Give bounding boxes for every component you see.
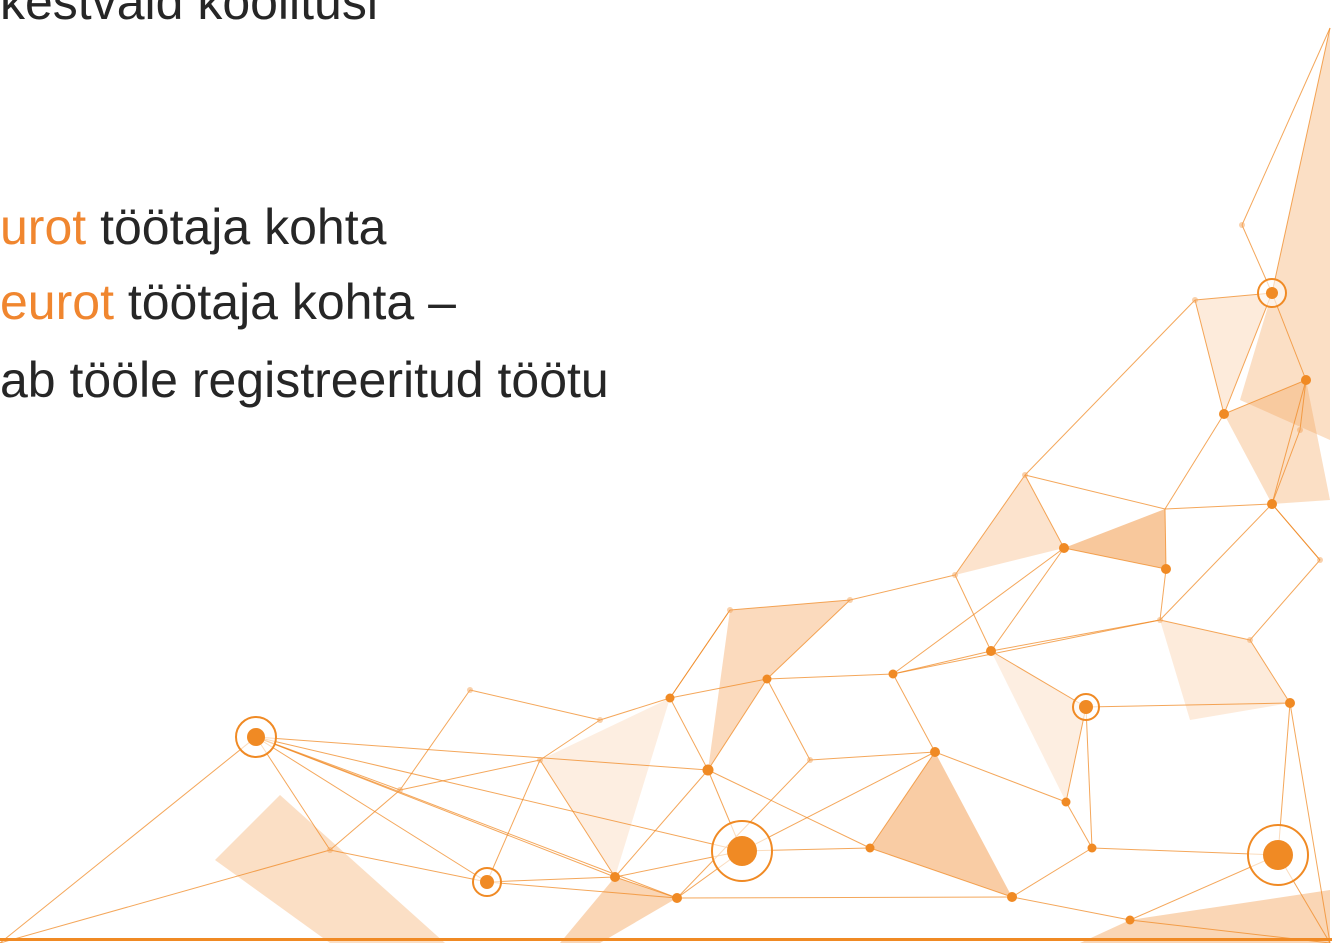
network-line	[990, 547, 1065, 652]
network-line	[329, 789, 401, 851]
network-node	[665, 693, 675, 703]
network-line	[1159, 568, 1167, 621]
network-node	[1007, 892, 1017, 902]
line-4-text: ab tööle registreeritud töötu	[0, 352, 609, 408]
network-line	[954, 574, 992, 652]
network-line	[1085, 706, 1093, 849]
network-line	[809, 751, 936, 761]
network-node-hub	[727, 836, 757, 866]
network-line	[1159, 503, 1273, 621]
network-node-faint	[597, 717, 603, 723]
network-line	[486, 759, 541, 883]
network-decoration	[0, 27, 1331, 943]
network-node	[1059, 543, 1069, 553]
text-line-1: kestvaid koolitusi	[0, 0, 378, 32]
network-node	[672, 893, 682, 903]
network-polygon	[991, 651, 1086, 802]
network-node	[762, 674, 772, 684]
bottom-rule	[0, 938, 1332, 941]
network-line	[892, 673, 936, 753]
network-node-faint	[1297, 427, 1303, 433]
network-node-faint	[847, 597, 853, 603]
network-node-faint	[727, 607, 733, 613]
text-line-3: eurot töötaja kohta –	[0, 272, 456, 332]
network-node-faint	[537, 757, 543, 763]
network-line	[1011, 896, 1131, 921]
network-line	[399, 689, 471, 791]
network-node-faint	[1247, 637, 1253, 643]
network-node-faint	[1317, 557, 1323, 563]
network-node-hub	[1263, 840, 1293, 870]
network-line	[255, 736, 743, 852]
line-1-text: kestvaid koolitusi	[0, 0, 378, 30]
network-node-hub	[247, 728, 265, 746]
slide: kestvaid koolitusi urot töötaja kohta eu…	[0, 0, 1332, 943]
network-line	[892, 619, 1161, 675]
network-lines	[0, 27, 1331, 943]
network-line	[1249, 559, 1321, 641]
network-node	[1219, 409, 1229, 419]
network-node	[1267, 499, 1277, 509]
network-line	[486, 876, 616, 883]
network-node	[1285, 698, 1295, 708]
network-line	[1164, 503, 1273, 510]
line-2-accent-text: urot	[0, 199, 87, 255]
network-node	[610, 872, 620, 882]
network-line	[766, 678, 811, 761]
line-2-text: töötaja kohta	[86, 199, 387, 255]
network-line	[399, 759, 541, 791]
network-node-faint	[467, 687, 473, 693]
network-node	[888, 669, 898, 679]
network-node-faint	[1157, 617, 1163, 623]
network-node	[702, 764, 714, 776]
text-line-2: urot töötaja kohta	[0, 197, 386, 257]
network-line	[766, 673, 894, 680]
network-node	[1125, 915, 1135, 925]
network-line	[990, 619, 1161, 652]
network-line	[669, 697, 709, 771]
network-polygon	[215, 795, 445, 943]
network-line	[1024, 474, 1166, 510]
network-polygon	[560, 877, 677, 943]
network-line	[0, 736, 257, 943]
network-line	[469, 689, 601, 721]
line-3-text: töötaja kohta –	[113, 274, 456, 330]
network-node-faint	[327, 847, 333, 853]
network-node	[930, 747, 940, 757]
network-line	[1164, 413, 1225, 510]
network-node	[1301, 375, 1311, 385]
network-line	[849, 574, 956, 601]
network-node	[1161, 564, 1171, 574]
network-polygon	[1064, 509, 1166, 569]
network-node-faint	[807, 757, 813, 763]
network-line	[1011, 847, 1093, 898]
network-node-faint	[1239, 222, 1245, 228]
network-line	[1024, 299, 1196, 476]
network-node	[1087, 843, 1097, 853]
network-polygon	[540, 698, 670, 877]
network-node-faint	[1022, 472, 1028, 478]
text-line-4: ab tööle registreeritud töötu	[0, 350, 609, 410]
network-line	[1271, 503, 1321, 561]
network-node-faint	[397, 787, 403, 793]
network-node-faint	[952, 572, 958, 578]
network-node-hub	[480, 875, 494, 889]
network-polygon	[1080, 890, 1330, 943]
network-node	[1061, 797, 1071, 807]
network-line	[676, 896, 1013, 899]
network-line	[1065, 801, 1093, 849]
network-node	[986, 646, 996, 656]
network-node-faint	[1192, 297, 1198, 303]
network-node-hub	[1266, 287, 1278, 299]
network-polygon	[708, 600, 850, 770]
line-3-accent-text: eurot	[0, 274, 114, 330]
network-node-hub	[1079, 700, 1093, 714]
network-node	[865, 843, 875, 853]
